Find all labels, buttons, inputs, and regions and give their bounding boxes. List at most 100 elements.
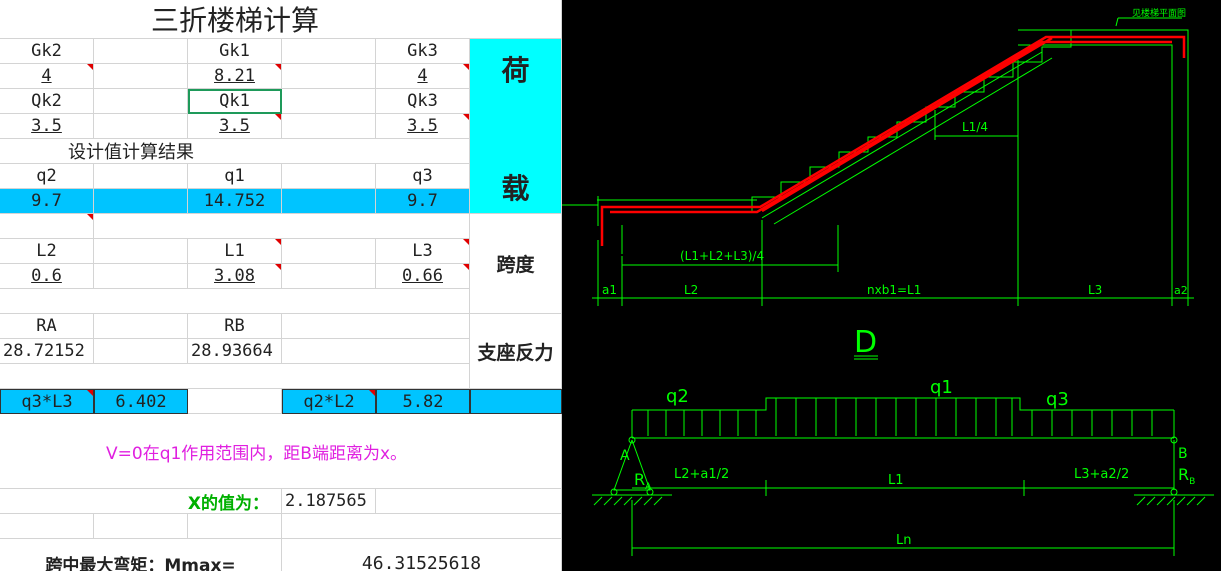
value-qk1: 3.5: [219, 116, 250, 136]
value-q1[interactable]: 14.752: [188, 189, 282, 214]
label-qk2[interactable]: Qk2: [0, 89, 94, 114]
value-l1: 3.08: [214, 266, 255, 286]
label-rb[interactable]: RB: [188, 314, 282, 339]
cad-drawing-panel: 见楼梯平面图 L1/4 (L1+L2+L3)/4 a1 L2 nxb1=L1 L…: [562, 0, 1221, 571]
empty-cell[interactable]: [282, 339, 470, 364]
value-gk2-cell[interactable]: 4: [0, 64, 94, 89]
label-mmax[interactable]: 跨中最大弯矩：Mmax=: [0, 539, 282, 571]
value-rb[interactable]: 28.93664: [188, 339, 282, 364]
empty-cell[interactable]: [94, 89, 188, 114]
design-result-header[interactable]: 设计值计算结果: [0, 139, 470, 164]
value-qk3: 3.5: [407, 116, 438, 136]
value-mmax[interactable]: 46.31525618: [282, 539, 562, 571]
value-l3: 0.66: [402, 266, 443, 286]
empty-cell[interactable]: [94, 164, 188, 189]
cad-q2: q2: [666, 386, 689, 407]
side-blank-blue-cell[interactable]: [470, 389, 562, 414]
value-gk3-cell[interactable]: 4: [376, 64, 470, 89]
label-qk1-selected-cell[interactable]: Qk1: [188, 89, 282, 114]
value-x[interactable]: 2.187565: [282, 489, 376, 514]
value-qk2-cell[interactable]: 3.5: [0, 114, 94, 139]
cad-ra-r: R: [634, 470, 645, 489]
empty-cell[interactable]: [188, 514, 282, 539]
spreadsheet-panel: 三折楼梯计算 Gk2 Gk1 Gk3 4 8.21 4 Qk2 Qk1 Qk3 …: [0, 0, 562, 571]
side-load-top[interactable]: 荷: [470, 39, 562, 114]
label-q2[interactable]: q2: [0, 164, 94, 189]
side-load-bottom[interactable]: 载: [470, 114, 562, 214]
value-q2l2[interactable]: 5.82: [376, 389, 470, 414]
cad-ra-sub: A: [645, 482, 652, 492]
cad-a2: a2: [1174, 284, 1188, 297]
empty-cell[interactable]: [94, 189, 188, 214]
empty-cell[interactable]: [0, 364, 470, 389]
value-ra[interactable]: 28.72152: [0, 339, 94, 364]
cad-l3: L3: [1088, 283, 1102, 297]
label-l2[interactable]: L2: [0, 239, 94, 264]
cad-l1-quarter: L1/4: [962, 120, 988, 134]
empty-cell[interactable]: [282, 239, 376, 264]
label-q1[interactable]: q1: [188, 164, 282, 189]
label-gk2[interactable]: Gk2: [0, 39, 94, 64]
empty-cell[interactable]: [94, 339, 188, 364]
side-span[interactable]: 跨度: [470, 214, 562, 314]
empty-cell[interactable]: [282, 39, 376, 64]
empty-cell[interactable]: [282, 514, 562, 539]
empty-cell[interactable]: [282, 264, 376, 289]
empty-cell[interactable]: [94, 214, 470, 239]
load-arrows: [647, 398, 1153, 436]
side-reaction[interactable]: 支座反力: [470, 314, 562, 389]
empty-cell[interactable]: [0, 514, 94, 539]
empty-cell[interactable]: [0, 289, 470, 314]
label-l1[interactable]: L1: [188, 239, 282, 264]
cad-l1: L1: [888, 473, 904, 488]
label-gk3[interactable]: Gk3: [376, 39, 470, 64]
value-gk2: 4: [41, 66, 52, 86]
empty-cell[interactable]: [282, 189, 376, 214]
cad-top-note: 见楼梯平面图: [1132, 7, 1186, 19]
load-outline: [632, 397, 1174, 411]
empty-cell[interactable]: [188, 389, 282, 414]
value-qk3-cell[interactable]: 3.5: [376, 114, 470, 139]
value-l3-cell[interactable]: 0.66: [376, 264, 470, 289]
value-qk1-cell[interactable]: 3.5: [188, 114, 282, 139]
label-x[interactable]: X的值为：: [0, 489, 282, 514]
empty-cell[interactable]: [0, 214, 94, 239]
empty-cell[interactable]: [282, 89, 376, 114]
title-right-cell[interactable]: [470, 0, 562, 39]
cad-l3-a2: L3+a2/2: [1074, 467, 1129, 482]
cad-nxb1: nxb1=L1: [867, 283, 921, 297]
empty-cell[interactable]: [282, 164, 376, 189]
empty-cell[interactable]: [94, 264, 188, 289]
cad-q1: q1: [930, 377, 953, 398]
empty-cell[interactable]: [376, 489, 562, 514]
value-q3l3[interactable]: 6.402: [94, 389, 188, 414]
label-q2l2[interactable]: q2*L2: [282, 389, 376, 414]
label-gk1[interactable]: Gk1: [188, 39, 282, 64]
value-q3[interactable]: 9.7: [376, 189, 470, 214]
rebar: [600, 35, 1186, 246]
value-l1-cell[interactable]: 3.08: [188, 264, 282, 289]
note-v-zero[interactable]: V=0在q1作用范围内，距B端距离为x。: [0, 414, 562, 489]
label-q3[interactable]: q3: [376, 164, 470, 189]
empty-cell[interactable]: [94, 514, 188, 539]
cad-rb-sub: B: [1189, 477, 1195, 487]
value-gk3: 4: [417, 66, 428, 86]
empty-cell[interactable]: [282, 64, 376, 89]
label-q3l3[interactable]: q3*L3: [0, 389, 94, 414]
empty-cell[interactable]: [94, 64, 188, 89]
label-qk3[interactable]: Qk3: [376, 89, 470, 114]
label-ra[interactable]: RA: [0, 314, 94, 339]
empty-cell[interactable]: [282, 114, 376, 139]
cad-b-label: B: [1178, 446, 1188, 462]
ground-hatch: [593, 496, 1206, 506]
cad-rb: RB: [1178, 465, 1195, 487]
value-q2[interactable]: 9.7: [0, 189, 94, 214]
value-l2-cell[interactable]: 0.6: [0, 264, 94, 289]
value-gk1-cell[interactable]: 8.21: [188, 64, 282, 89]
label-l3[interactable]: L3: [376, 239, 470, 264]
empty-cell[interactable]: [94, 39, 188, 64]
empty-cell[interactable]: [94, 114, 188, 139]
empty-cell[interactable]: [94, 239, 188, 264]
empty-cell[interactable]: [94, 314, 188, 339]
empty-cell[interactable]: [282, 314, 470, 339]
